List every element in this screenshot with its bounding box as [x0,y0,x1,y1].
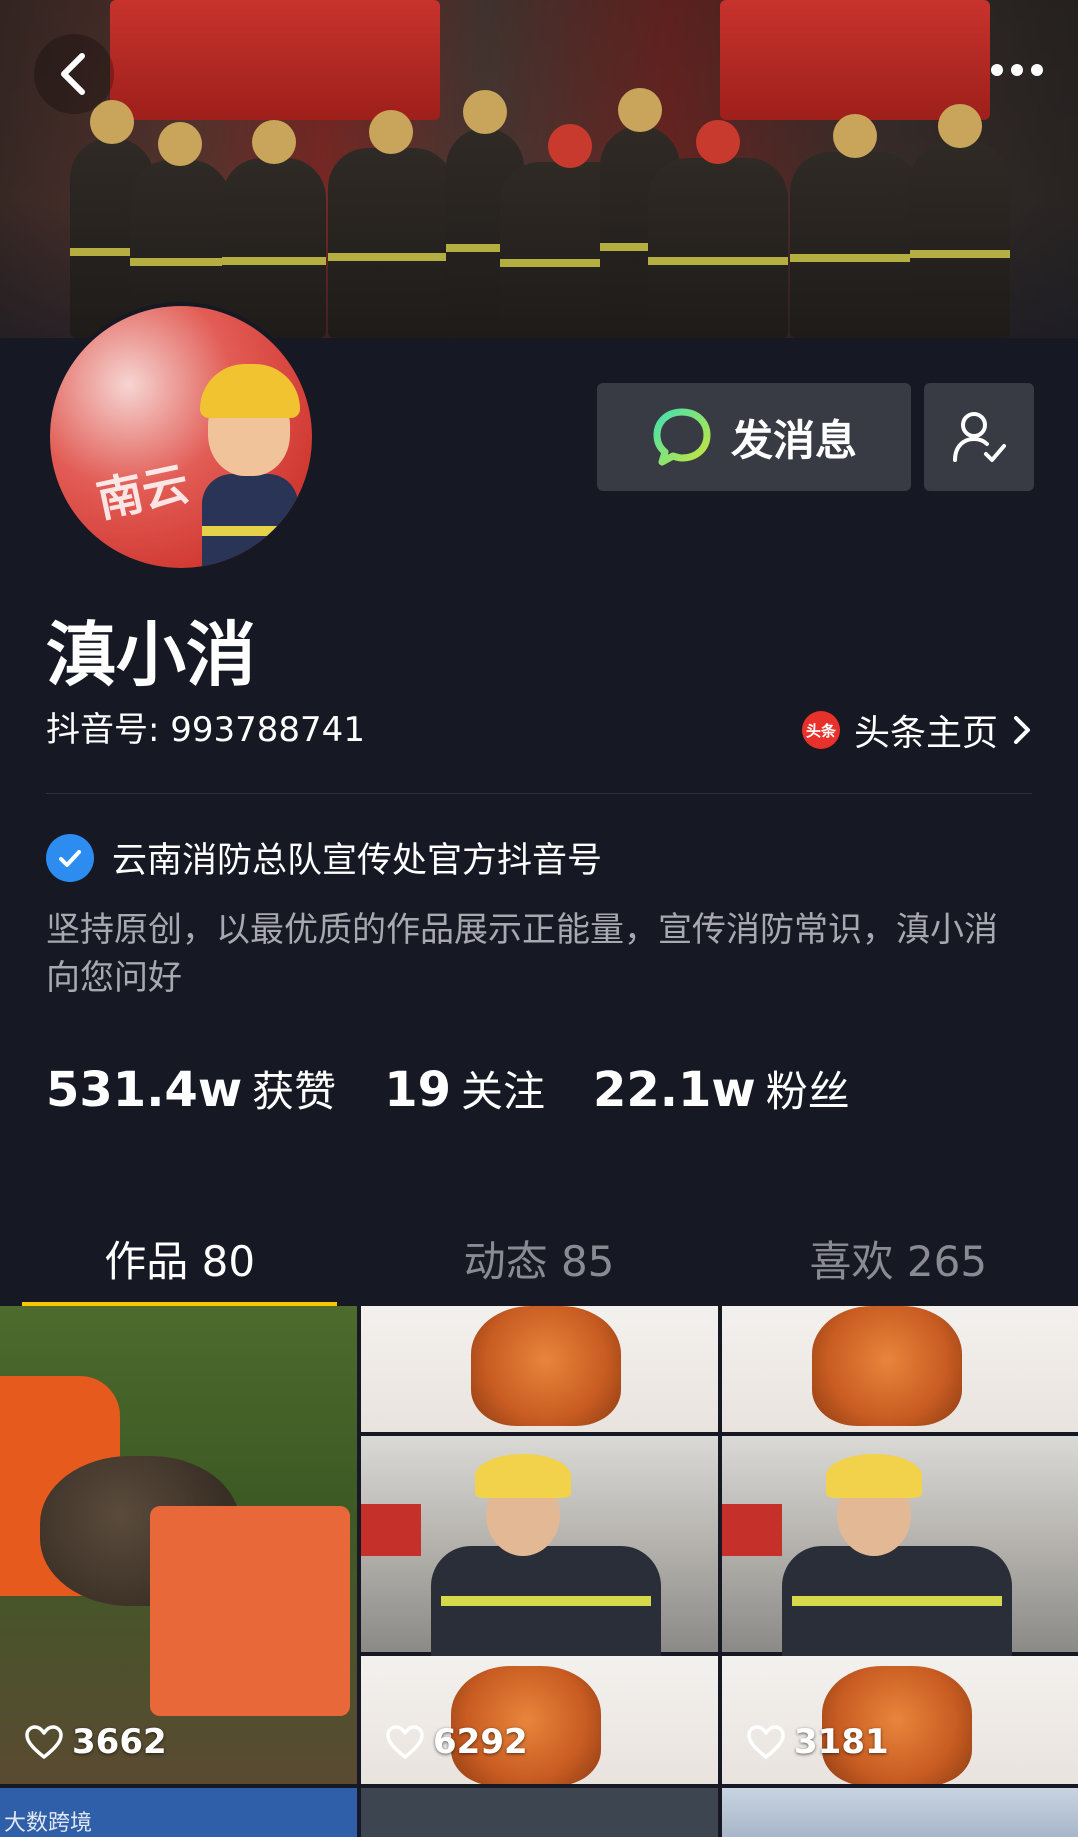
fire-truck [722,1504,782,1556]
firefighter [222,158,326,338]
profile-tabs: 作品 80 动态 85 喜欢 265 [0,1210,1078,1310]
stat-likes: 531.4w 获赞 [46,1058,336,1119]
fox-frame [361,1656,718,1784]
douyin-id: 抖音号: 993788741 [46,710,365,750]
divider [46,793,1032,794]
toutiao-homepage-label: 头条主页 [853,713,998,754]
profile-nickname: 滇小消 [46,614,256,696]
firefighter-frame [361,1436,718,1656]
fire-truck [110,0,440,120]
profile-stats: 531.4w 获赞 19 关注 22.1w 粉丝 [46,1058,898,1119]
helmet [475,1454,571,1498]
more-button[interactable] [982,50,1052,90]
chevron-right-icon [1014,716,1030,744]
stat-value: 22.1w [593,1062,756,1118]
tab-works[interactable]: 作品 80 [0,1210,359,1310]
video-thumbnail[interactable]: 3181 [722,1306,1078,1784]
mascot-body [202,474,298,568]
avatar-sign-text: 南云 [92,455,194,528]
chevron-left-icon [61,53,85,95]
tab-likes-label: 喜欢 265 [809,1236,988,1286]
video-thumbnail[interactable]: 3662 [0,1306,357,1784]
heart-icon [747,1725,785,1759]
firefighter [328,148,454,338]
send-message-label: 发消息 [730,415,857,465]
video-thumbnail[interactable]: 大数跨境 [0,1788,357,1837]
stat-label: 获赞 [252,1067,337,1116]
stat-value: 19 [384,1062,451,1118]
video-likes-count: 6292 [433,1722,528,1762]
stat-label: 关注 [460,1067,545,1116]
toutiao-icon: 头条 [801,711,840,749]
stat-followers[interactable]: 22.1w 粉丝 [593,1058,850,1119]
video-likes: 6292 [385,1722,528,1762]
verification-row: 云南消防总队宣传处官方抖音号 [46,832,602,883]
stat-value: 531.4w [46,1062,243,1118]
video-thumbnail[interactable] [361,1788,718,1837]
followed-status-button[interactable] [924,383,1034,491]
video-likes: 3181 [746,1722,889,1762]
watermark-text: 大数跨境 [4,1811,93,1836]
fox-frame [361,1306,718,1432]
avatar[interactable]: 南云 [46,302,316,572]
fox-frame [722,1656,1078,1784]
tab-likes[interactable]: 喜欢 265 [719,1210,1078,1306]
profile-bio: 坚持原创，以最优质的作品展示正能量，宣传消防常识，滇小消向您问好 [46,910,998,998]
stat-following[interactable]: 19 关注 [384,1058,545,1119]
video-thumbnail[interactable]: 6292 [361,1306,718,1784]
verification-text: 云南消防总队宣传处官方抖音号 [112,841,603,881]
mascot-stripe [202,526,298,536]
dog-vest [150,1506,350,1716]
firefighter [790,152,920,338]
profile-cover-image [0,0,1078,338]
fire-truck [720,0,990,120]
user-check-icon [953,412,1006,462]
verified-check-icon [46,833,94,882]
toutiao-homepage-link[interactable]: 头条 头条主页 [801,706,1032,754]
firefighter-frame [722,1436,1078,1656]
fox-figure [471,1306,621,1426]
fire-truck [361,1504,421,1556]
video-thumbnail[interactable] [722,1788,1078,1837]
more-dots-icon [991,64,1043,76]
back-button[interactable] [34,34,114,114]
send-message-button[interactable]: 发消息 [597,383,911,491]
video-likes: 3662 [24,1722,167,1762]
tab-posts[interactable]: 动态 85 [359,1210,718,1306]
tab-works-label: 作品 80 [104,1236,256,1286]
heart-icon [25,1725,63,1759]
heart-icon [386,1725,424,1759]
helmet [826,1454,922,1498]
video-likes-count: 3181 [794,1722,889,1762]
mascot-helmet [200,364,300,418]
firefighter [910,142,1010,338]
stat-label: 粉丝 [765,1067,850,1116]
fox-frame [722,1306,1078,1432]
fox-figure [812,1306,962,1426]
reflective-stripe [792,1596,1002,1606]
firefighter [648,158,788,338]
chat-bubble-icon [653,408,711,466]
tab-posts-label: 动态 85 [463,1236,615,1286]
reflective-stripe [441,1596,651,1606]
video-grid: 3662 6292 3181 大数跨境 [0,1306,1078,1837]
video-likes-count: 3662 [72,1722,167,1762]
